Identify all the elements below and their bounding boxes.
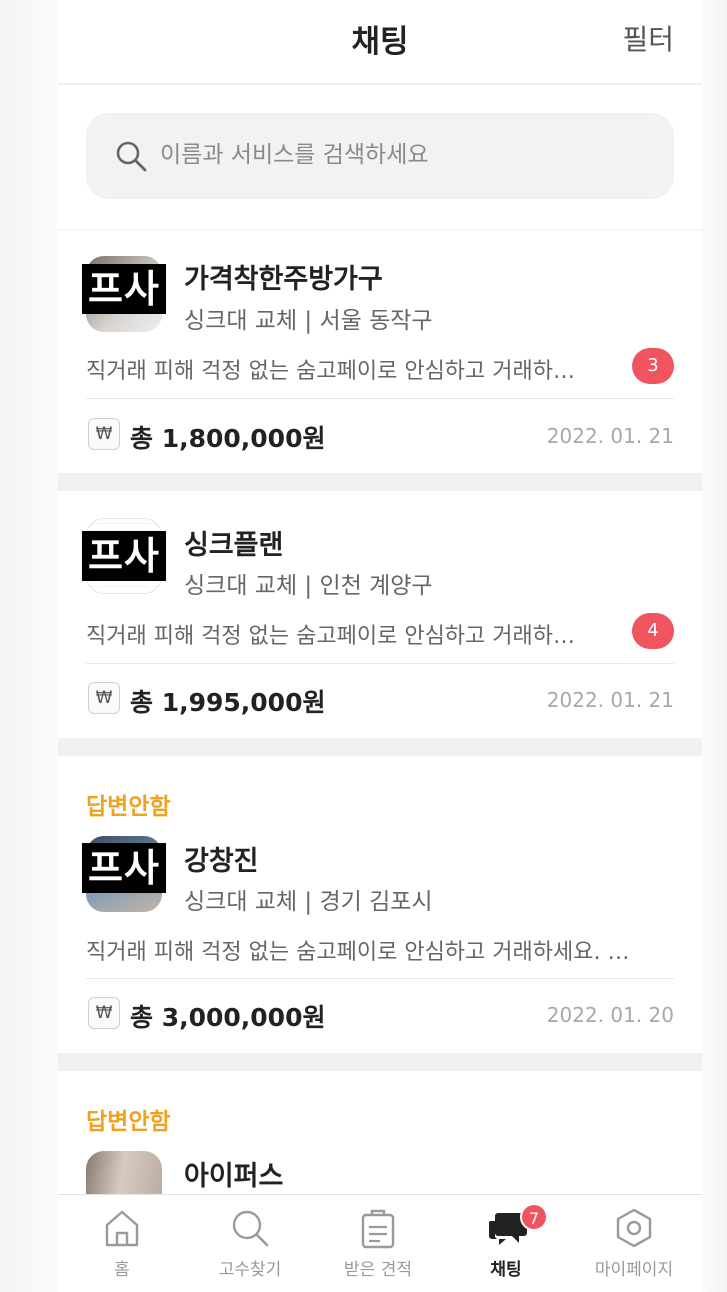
tab-label: 마이페이지 (594, 1260, 674, 1280)
message-preview: 직거래 피해 걱정 없는 숨고페이로 안심하고 거래하세요. … (86, 940, 630, 965)
clipboard-icon (361, 1209, 395, 1249)
chat-unread-badge: 7 (520, 1203, 548, 1231)
divider (86, 398, 674, 399)
tab-label: 받은 견적 (344, 1260, 412, 1280)
pro-name: 강창진 (184, 846, 259, 877)
search-icon (232, 1210, 269, 1247)
quote-price: 총 3,000,000원 (130, 1003, 326, 1032)
chat-screen: 채팅 필터 프사 가격착한주방가구 싱크대 교체 | 서울 동작구 직거래 피해… (58, 0, 702, 1292)
page-title: 채팅 (351, 24, 409, 60)
quote-price: 총 1,800,000원 (130, 424, 326, 453)
right-backdrop (702, 0, 727, 1292)
tab-received-quotes[interactable]: 받은 견적 (314, 1195, 442, 1292)
status-label: 답변안함 (86, 1109, 171, 1135)
status-label: 답변안함 (86, 794, 171, 820)
unread-badge: 3 (632, 348, 674, 384)
pro-name: 아이퍼스 (184, 1161, 284, 1192)
won-icon: ₩ (88, 997, 120, 1029)
tab-label: 고수찾기 (218, 1260, 282, 1280)
service-location: 싱크대 교체 | 경기 김포시 (184, 889, 433, 915)
search-icon (116, 141, 147, 172)
divider (86, 978, 674, 979)
tab-find-pro[interactable]: 고수찾기 (186, 1195, 314, 1292)
filter-button[interactable]: 필터 (622, 18, 674, 58)
chat-date: 2022. 01. 21 (546, 424, 674, 448)
tab-label: 채팅 (490, 1260, 522, 1280)
tab-home[interactable]: 홈 (58, 1195, 186, 1292)
chat-list-item[interactable]: 프사 싱크플랜 싱크대 교체 | 인천 계양구 직거래 피해 걱정 없는 숨고페… (58, 491, 702, 738)
pro-name: 가격착한주방가구 (184, 264, 383, 295)
tab-my-page[interactable]: 마이페이지 (570, 1195, 698, 1292)
won-icon: ₩ (88, 418, 120, 450)
search-section (58, 85, 702, 229)
quote-price: 총 1,995,000원 (130, 688, 326, 717)
home-icon (105, 1210, 139, 1247)
censor-label: 프사 (82, 531, 166, 581)
chat-list-item[interactable]: 답변안함 프사 강창진 싱크대 교체 | 경기 김포시 직거래 피해 걱정 없는… (58, 756, 702, 1053)
tab-label: 홈 (114, 1260, 130, 1280)
pro-name: 싱크플랜 (184, 530, 284, 561)
tab-chat[interactable]: 7 채팅 (442, 1195, 570, 1292)
message-preview: 직거래 피해 걱정 없는 숨고페이로 안심하고 거래하… (86, 624, 576, 649)
censor-label: 프사 (82, 843, 166, 893)
divider (86, 663, 674, 664)
profile-hexagon-icon (616, 1208, 652, 1248)
censor-label: 프사 (82, 264, 166, 314)
left-backdrop (0, 0, 58, 1292)
chat-date: 2022. 01. 21 (546, 688, 674, 712)
unread-badge: 4 (632, 613, 674, 649)
message-preview: 직거래 피해 걱정 없는 숨고페이로 안심하고 거래하… (86, 359, 576, 384)
chat-date: 2022. 01. 20 (546, 1003, 674, 1027)
search-bar[interactable] (86, 113, 674, 199)
service-location: 싱크대 교체 | 서울 동작구 (184, 308, 433, 334)
service-location: 싱크대 교체 | 인천 계양구 (184, 573, 433, 599)
bottom-tab-bar: 홈 고수찾기 받은 견적 7 채팅 마이페이지 (58, 1194, 702, 1292)
won-icon: ₩ (88, 682, 120, 714)
search-input[interactable] (160, 135, 640, 175)
top-header: 채팅 필터 (58, 0, 702, 84)
chat-list-item[interactable]: 프사 가격착한주방가구 싱크대 교체 | 서울 동작구 직거래 피해 걱정 없는… (58, 230, 702, 473)
